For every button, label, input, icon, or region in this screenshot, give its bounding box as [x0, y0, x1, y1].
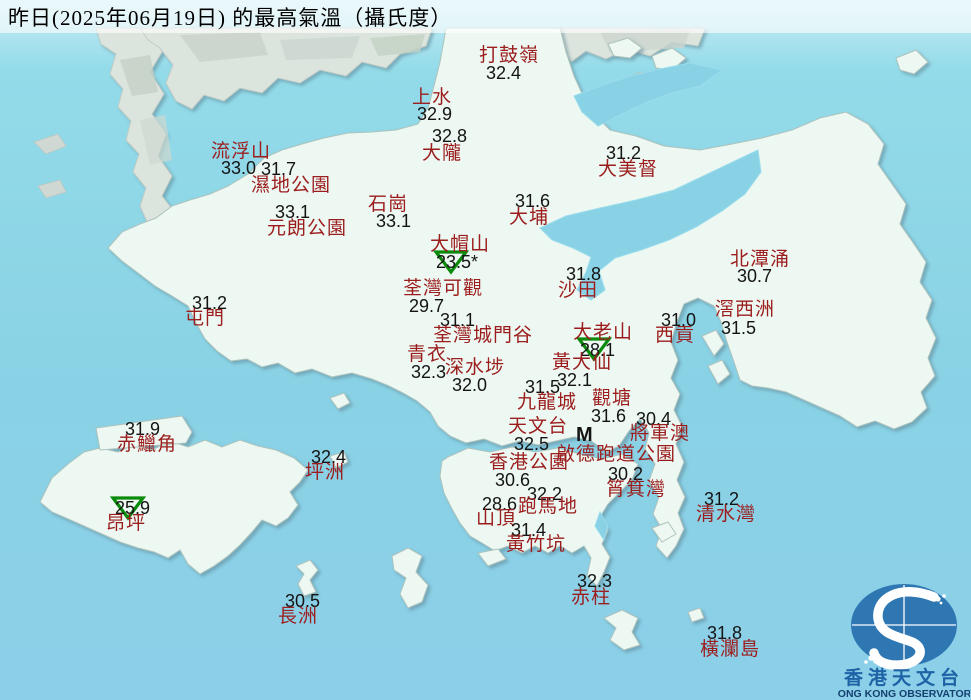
station-name-label: 大老山: [573, 323, 633, 342]
station-name-label: 赤柱: [571, 588, 611, 607]
station-name-label: 清水灣: [696, 505, 756, 524]
station-name-label: 荃灣城門谷: [433, 326, 533, 345]
station-name-label: 沙田: [558, 281, 598, 300]
station-name-label: 九龍城: [517, 393, 577, 412]
station-name-label: 觀塘: [592, 389, 632, 408]
station-value-label: 31.6: [591, 407, 626, 425]
station-name-label: 北潭涌: [730, 250, 790, 269]
station-name-label: 屯門: [185, 309, 225, 328]
station-value-label: 32.0: [452, 376, 487, 394]
station-name-label: 西貢: [655, 326, 695, 345]
station-name-label: 石崗: [368, 195, 408, 214]
station-name-label: 黃竹坑: [506, 535, 566, 554]
station-name-label: 荃灣可觀: [403, 279, 483, 298]
page-title: 昨日(2025年06月19日) 的最高氣溫（攝氏度）: [0, 2, 452, 32]
station-name-label: 深水埗: [445, 358, 505, 377]
station-name-label: 啟德跑道公園: [556, 445, 676, 464]
station-name-label: 坪洲: [305, 463, 345, 482]
station-name-label: 大美督: [598, 160, 658, 179]
station-name-label: 滘西洲: [715, 300, 775, 319]
station-name-label: 元朗公園: [267, 219, 347, 238]
stations-layer: 32.4打鼓嶺32.9上水32.8大隴33.0流浮山31.7濕地公園33.1元朗…: [0, 0, 971, 700]
station-name-label: 濕地公園: [251, 176, 331, 195]
station-value-label: 32.1: [557, 371, 592, 389]
station-name-label: 橫瀾島: [700, 640, 760, 659]
station-name-label: 上水: [412, 88, 452, 107]
station-value-label: 30.6: [495, 471, 530, 489]
hko-logo-text-en: HONG KONG OBSERVATORY: [838, 688, 970, 700]
station-name-label: 赤鱲角: [117, 435, 177, 454]
station-name-label: 打鼓嶺: [479, 46, 539, 65]
station-name-label: 大埔: [509, 208, 549, 227]
station-name-label: 香港公園: [489, 453, 569, 472]
station-value-label: 23.5*: [436, 253, 478, 271]
station-value-label: 32.5: [514, 435, 549, 453]
hk-temperature-map-page: 昨日(2025年06月19日) 的最高氣溫（攝氏度） 32.4打鼓嶺32.9上水…: [0, 0, 971, 700]
station-value-label: 29.7: [409, 297, 444, 315]
station-name-label: 大隴: [422, 144, 462, 163]
station-name-label: 大帽山: [430, 235, 490, 254]
station-name-label: 長洲: [278, 607, 318, 626]
title-bar: 昨日(2025年06月19日) 的最高氣溫（攝氏度）: [0, 0, 971, 33]
station-value-label: 32.4: [486, 64, 521, 82]
station-name-label: 天文台: [508, 417, 568, 436]
station-name-label: 筲箕灣: [606, 480, 666, 499]
hko-logo-text-cn: 香港天文台: [843, 666, 964, 689]
station-value-label: 32.3: [411, 363, 446, 381]
station-name-label: 青衣: [407, 345, 447, 364]
station-name-label: 山頂: [476, 509, 516, 528]
station-name-label: 跑馬地: [518, 497, 578, 516]
station-name-label: 將軍澳: [630, 424, 690, 443]
station-value-label: 31.5: [721, 319, 756, 337]
station-name-label: 黃大仙: [552, 353, 612, 372]
hko-logo: 香港天文台 HONG KONG OBSERVATORY: [838, 572, 970, 700]
station-name-label: 昂坪: [106, 514, 146, 533]
station-value-label: M: [576, 426, 593, 444]
